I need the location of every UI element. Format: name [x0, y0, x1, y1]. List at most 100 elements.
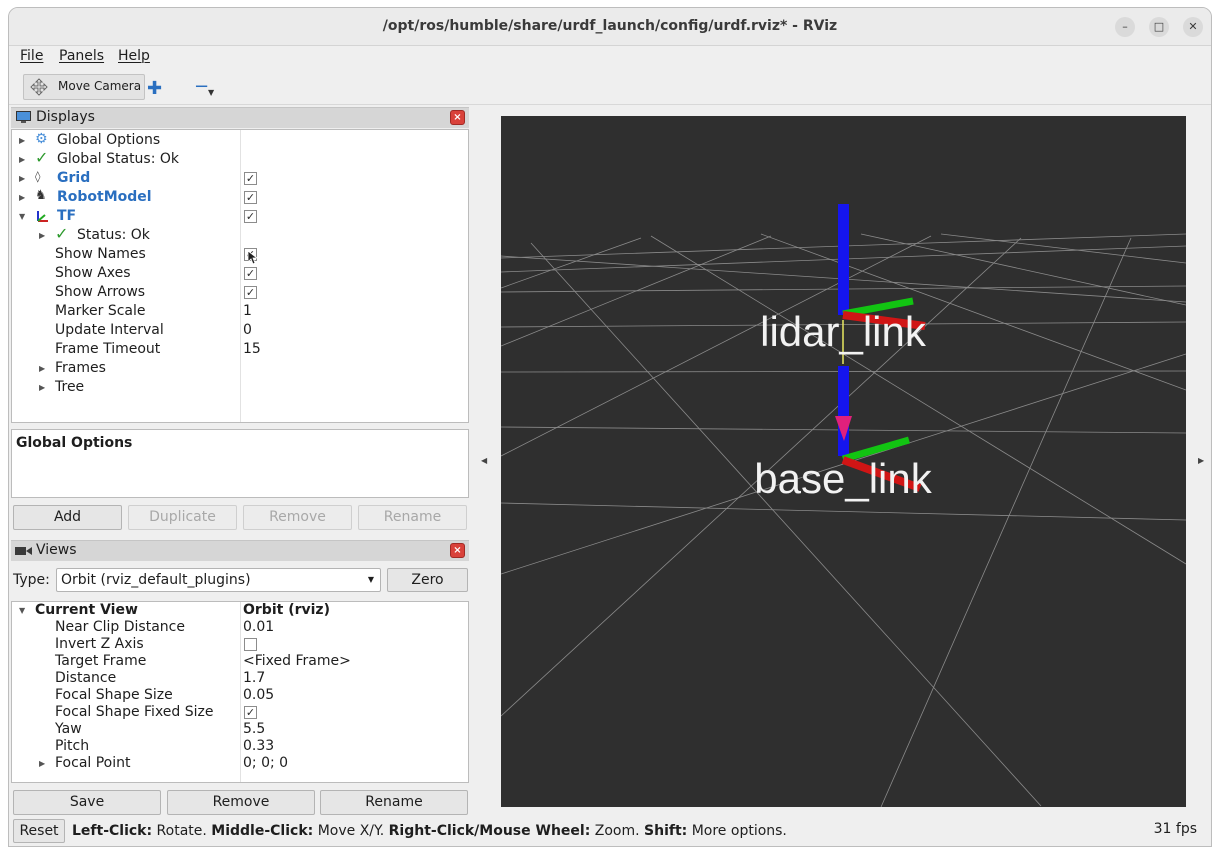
tf-prop-show-axes[interactable]: Show Axes ✓: [12, 264, 468, 283]
display-item-global-options[interactable]: ▶ ⚙ Global Options: [12, 131, 468, 150]
collapse-arrow-icon[interactable]: ▼: [19, 212, 25, 221]
prop-label: Pitch: [55, 738, 90, 754]
rename-display-button[interactable]: Rename: [358, 505, 467, 530]
display-item-robotmodel[interactable]: ▶ ♞ RobotModel ✓: [12, 188, 468, 207]
zero-button[interactable]: Zero: [387, 568, 468, 592]
display-item-global-status[interactable]: ▶ ✓ Global Status: Ok: [12, 148, 468, 169]
show-arrows-checkbox[interactable]: ✓: [244, 286, 257, 299]
expand-arrow-icon[interactable]: ▶: [39, 759, 45, 768]
status-hint: Left-Click: Rotate. Middle-Click: Move X…: [72, 823, 787, 839]
expand-arrow-icon[interactable]: ▶: [39, 231, 45, 240]
collapse-left-icon[interactable]: ◀: [481, 456, 487, 465]
displays-tree[interactable]: ▶ ⚙ Global Options ▶ ✓ Global Status: Ok…: [11, 129, 469, 423]
view-prop-focal-shape-size[interactable]: Focal Shape Size 0.05: [12, 687, 468, 704]
description-title: Global Options: [16, 435, 133, 451]
expand-arrow-icon[interactable]: ▶: [19, 136, 25, 145]
view-type-select[interactable]: Orbit (rviz_default_plugins) ▼: [56, 568, 381, 592]
duplicate-button[interactable]: Duplicate: [128, 505, 237, 530]
prop-label: Target Frame: [55, 653, 147, 669]
display-label: TF: [57, 208, 77, 224]
reset-button[interactable]: Reset: [13, 819, 65, 843]
show-axes-checkbox[interactable]: ✓: [244, 267, 257, 280]
view-prop-target-frame[interactable]: Target Frame <Fixed Frame>: [12, 653, 468, 670]
check-icon: ✓: [55, 224, 69, 243]
menu-bar: File Panels Help: [9, 46, 1211, 68]
remove-tool-icon[interactable]: −: [194, 76, 209, 97]
add-tool-icon[interactable]: ✚: [147, 78, 162, 99]
display-item-grid[interactable]: ▶ ◊ Grid ✓: [12, 169, 468, 188]
prop-value[interactable]: 0; 0; 0: [243, 755, 288, 771]
collapse-right-icon[interactable]: ▶: [1198, 456, 1204, 465]
tool-dropdown-icon[interactable]: ▼: [208, 88, 214, 97]
expand-arrow-icon[interactable]: ▶: [39, 364, 45, 373]
tf-prop-show-names[interactable]: Show Names ✓: [12, 245, 468, 265]
display-item-tf[interactable]: ▼ TF ✓: [12, 207, 468, 226]
type-label: Type:: [13, 572, 50, 588]
prop-value[interactable]: 0.01: [243, 619, 274, 635]
expand-arrow-icon[interactable]: ▶: [19, 174, 25, 183]
hint-text: Rotate.: [152, 823, 212, 839]
prop-value[interactable]: 0: [243, 322, 252, 338]
views-tree[interactable]: ▼ Current View Orbit (rviz) Near Clip Di…: [11, 601, 469, 783]
hint-key: Right-Click/Mouse Wheel:: [388, 823, 591, 839]
current-view-row[interactable]: ▼ Current View Orbit (rviz): [12, 602, 468, 619]
menu-file[interactable]: File: [20, 48, 43, 64]
view-prop-near-clip[interactable]: Near Clip Distance 0.01: [12, 619, 468, 636]
view-prop-yaw[interactable]: Yaw 5.5: [12, 721, 468, 738]
close-icon[interactable]: ✕: [1183, 17, 1203, 37]
menu-panels[interactable]: Panels: [59, 48, 104, 64]
prop-value[interactable]: 5.5: [243, 721, 265, 737]
view-prop-pitch[interactable]: Pitch 0.33: [12, 738, 468, 755]
prop-label: Frame Timeout: [55, 341, 161, 357]
view-prop-focal-shape-fixed[interactable]: Focal Shape Fixed Size ✓: [12, 704, 468, 721]
display-label: RobotModel: [57, 189, 152, 205]
prop-value[interactable]: 15: [243, 341, 261, 357]
tf-prop-update-interval[interactable]: Update Interval 0: [12, 321, 468, 340]
save-view-button[interactable]: Save: [13, 790, 161, 815]
tf-prop-marker-scale[interactable]: Marker Scale 1: [12, 302, 468, 321]
tf-prop-tree[interactable]: ▶ Tree: [12, 378, 468, 397]
move-camera-button[interactable]: Move Camera: [23, 74, 145, 100]
menu-help[interactable]: Help: [118, 48, 150, 64]
expand-arrow-icon[interactable]: ▶: [19, 193, 25, 202]
robotmodel-checkbox[interactable]: ✓: [244, 191, 257, 204]
maximize-icon[interactable]: □: [1149, 17, 1169, 37]
tf-prop-frame-timeout[interactable]: Frame Timeout 15: [12, 340, 468, 359]
add-button[interactable]: Add: [13, 505, 122, 530]
invert-z-checkbox[interactable]: [244, 638, 257, 651]
view-type-value: Orbit (rviz_default_plugins): [61, 572, 251, 588]
current-view-value: Orbit (rviz): [243, 602, 330, 618]
expand-arrow-icon[interactable]: ▶: [39, 383, 45, 392]
hint-key: Left-Click:: [72, 823, 153, 839]
prop-label: Focal Shape Fixed Size: [55, 704, 214, 720]
view-prop-invert-z[interactable]: Invert Z Axis: [12, 636, 468, 653]
remove-display-button[interactable]: Remove: [243, 505, 352, 530]
3d-viewport[interactable]: lidar_link base_link: [500, 116, 1187, 808]
tf-prop-status[interactable]: ▶ ✓ Status: Ok: [12, 224, 468, 245]
views-close-icon[interactable]: ×: [450, 543, 465, 558]
minimize-icon[interactable]: –: [1115, 17, 1135, 37]
views-header: Views ×: [11, 540, 469, 561]
prop-value[interactable]: 0.33: [243, 738, 274, 754]
description-box: Global Options: [11, 429, 469, 498]
collapse-arrow-icon[interactable]: ▼: [19, 606, 25, 615]
view-prop-distance[interactable]: Distance 1.7: [12, 670, 468, 687]
tf-prop-show-arrows[interactable]: Show Arrows ✓: [12, 283, 468, 302]
prop-value[interactable]: 0.05: [243, 687, 274, 703]
display-label: Grid: [57, 170, 91, 186]
grid-checkbox[interactable]: ✓: [244, 172, 257, 185]
focal-fixed-checkbox[interactable]: ✓: [244, 706, 257, 719]
axes-icon: [37, 211, 48, 222]
tf-checkbox[interactable]: ✓: [244, 210, 257, 223]
grid-icon: ◊: [35, 170, 41, 183]
rename-view-button[interactable]: Rename: [320, 790, 468, 815]
view-prop-focal-point[interactable]: ▶ Focal Point 0; 0; 0: [12, 755, 468, 772]
prop-value[interactable]: 1: [243, 303, 252, 319]
expand-arrow-icon[interactable]: ▶: [19, 155, 25, 164]
displays-close-icon[interactable]: ×: [450, 110, 465, 125]
prop-value[interactable]: 1.7: [243, 670, 265, 686]
tf-prop-frames[interactable]: ▶ Frames: [12, 359, 468, 378]
title-bar[interactable]: /opt/ros/humble/share/urdf_launch/config…: [9, 8, 1211, 46]
remove-view-button[interactable]: Remove: [167, 790, 315, 815]
prop-value[interactable]: <Fixed Frame>: [243, 653, 351, 669]
